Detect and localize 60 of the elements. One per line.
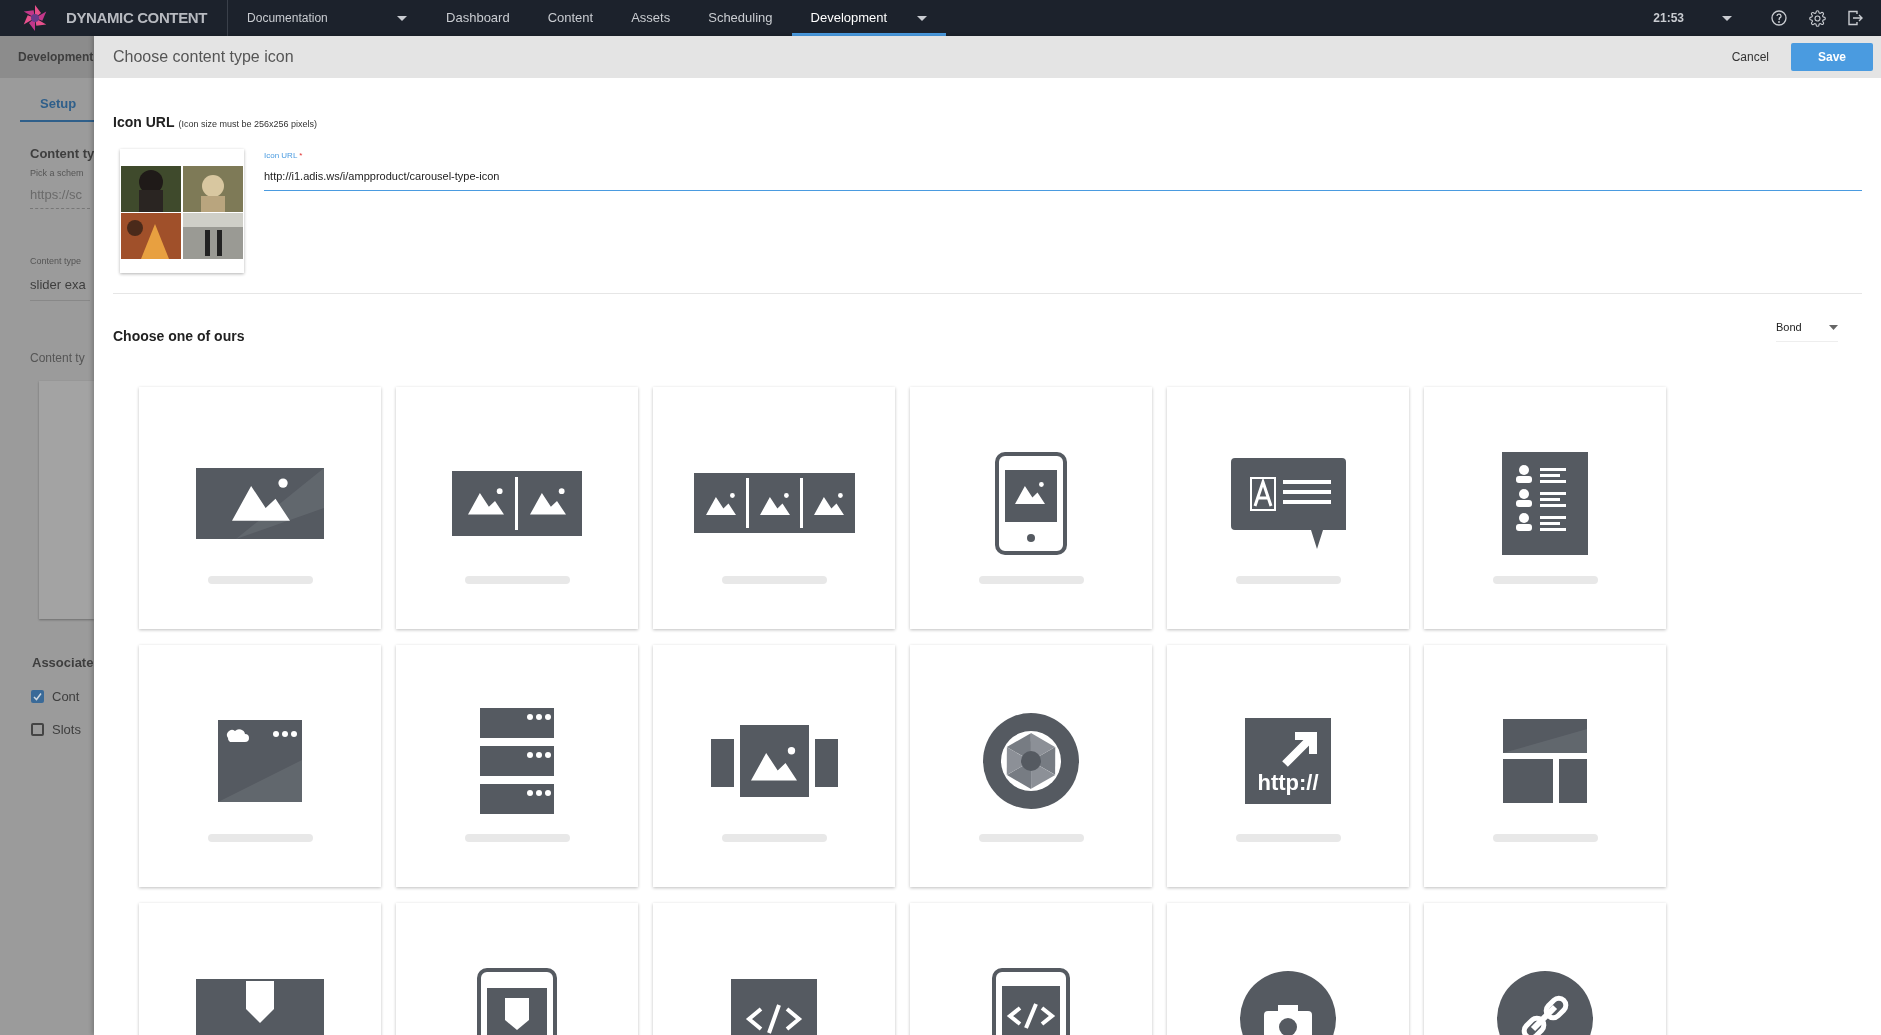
image-pair-icon <box>452 470 582 536</box>
stacked-panels-icon <box>480 708 554 814</box>
carousel-icon <box>710 725 838 797</box>
logout-icon[interactable] <box>1847 10 1863 26</box>
arrow-square-icon <box>1245 718 1331 804</box>
field-hint: Pick a schem <box>30 167 84 180</box>
settings-icon[interactable] <box>1809 9 1826 27</box>
icon-option[interactable] <box>1424 387 1666 629</box>
shield-window-icon <box>196 979 324 1035</box>
size-note: (Icon size must be 256x256 pixels) <box>178 118 318 131</box>
icon-option[interactable] <box>139 645 381 887</box>
checkbox-label: Cont <box>52 687 80 706</box>
checkbox-label: Slots <box>52 721 81 739</box>
help-icon[interactable] <box>1771 10 1787 26</box>
icon-option[interactable] <box>910 387 1152 629</box>
nav-tab[interactable]: Assets <box>612 0 690 36</box>
checkbox[interactable] <box>31 689 44 703</box>
cloud-window-icon <box>218 720 302 802</box>
caret-icon[interactable] <box>1722 15 1732 21</box>
caret-icon <box>917 15 928 21</box>
nav-tab[interactable]: Dashboard <box>427 0 529 36</box>
section-heading: Icon URL <box>113 113 175 132</box>
clock-time: 21:53 <box>1653 10 1684 27</box>
icon-option[interactable] <box>139 387 381 629</box>
caret-icon <box>397 15 408 21</box>
caret-icon <box>1829 324 1838 330</box>
name-field[interactable]: slider exa <box>30 274 90 301</box>
icon-option[interactable] <box>1424 645 1666 887</box>
icon-url-field[interactable]: Icon URL * http://i1.adis.ws/i/ampproduct/carousel-type-icon <box>264 152 1862 191</box>
check-icon <box>33 691 42 701</box>
dialog-title: Choose content type icon <box>113 47 295 67</box>
theme-dropdown[interactable]: Bond <box>1776 318 1838 343</box>
aperture-icon <box>983 713 1079 809</box>
code-window-icon <box>731 979 817 1035</box>
icon-option[interactable]: http:// <box>1167 645 1409 887</box>
checkbox[interactable] <box>31 723 44 737</box>
icon-option[interactable] <box>653 645 895 887</box>
section-title: Content ty <box>30 144 94 163</box>
tablet-image-icon <box>995 451 1067 555</box>
icon-label: http:// <box>1256 772 1320 794</box>
nav-tab[interactable]: Scheduling <box>689 0 792 36</box>
icon-option[interactable] <box>1167 387 1409 629</box>
contact-list-icon <box>1502 451 1588 555</box>
section-heading: Choose one of ours <box>113 327 245 346</box>
layout-grid-icon <box>1503 719 1587 803</box>
chat-bubble-icon <box>1230 457 1346 549</box>
nav-tab[interactable]: Content <box>528 0 613 36</box>
icon-option[interactable] <box>910 645 1152 887</box>
section-title: Associate <box>32 654 94 672</box>
icon-option[interactable] <box>653 387 895 629</box>
icon-option[interactable] <box>396 387 638 629</box>
image-strip-icon <box>693 473 855 533</box>
cancel-button[interactable]: Cancel <box>1715 43 1785 71</box>
field-label: Content ty <box>30 350 85 367</box>
field-label: Content type <box>30 255 82 268</box>
image-icon <box>196 467 324 539</box>
icon-option[interactable] <box>396 645 638 887</box>
hub-dropdown[interactable]: Documentation <box>247 0 408 36</box>
brand-name: DYNAMIC CONTENT <box>66 7 208 28</box>
breadcrumb: Development <box>18 49 94 66</box>
